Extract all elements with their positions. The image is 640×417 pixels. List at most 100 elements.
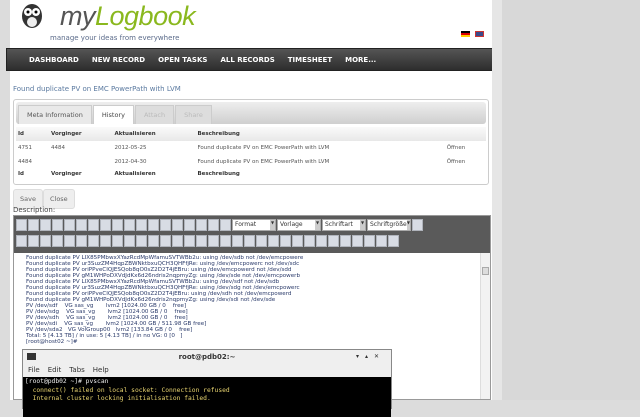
table-icon[interactable] bbox=[208, 234, 219, 247]
cell-date: 2012-05-25 bbox=[114, 145, 147, 151]
visual-aid-icon[interactable] bbox=[340, 234, 351, 247]
find-icon[interactable] bbox=[160, 218, 171, 231]
bold-icon[interactable] bbox=[16, 218, 27, 231]
window-controls-icon: ▾▴✕ bbox=[355, 353, 385, 360]
col-vorginger[interactable]: Vorginger bbox=[49, 127, 113, 141]
col-icon[interactable] bbox=[280, 234, 291, 247]
unlink-icon[interactable] bbox=[160, 234, 171, 247]
split-icon[interactable] bbox=[304, 234, 315, 247]
table-row: 4751 4484 2012-05-25 Found duplicate PV on … bbox=[16, 141, 486, 155]
spell-icon[interactable] bbox=[184, 218, 195, 231]
nav-all-records[interactable]: ALL RECORDS bbox=[220, 56, 274, 64]
nav-new-record[interactable]: NEW RECORD bbox=[92, 56, 145, 64]
terminal-menu-file: File bbox=[28, 366, 40, 374]
template-select[interactable]: Vorlage ▼ bbox=[277, 218, 321, 231]
page-background-right bbox=[492, 0, 640, 400]
redo-icon[interactable] bbox=[124, 218, 135, 231]
terminal-line: Internal cluster locking initialisation … bbox=[25, 395, 211, 402]
size-select[interactable]: Schriftgröße ▼ bbox=[367, 218, 411, 231]
remove-format-icon[interactable] bbox=[196, 218, 207, 231]
footer-id: Id bbox=[16, 169, 50, 179]
undo-icon[interactable] bbox=[112, 218, 123, 231]
outdent-icon[interactable] bbox=[124, 234, 135, 247]
text-color-icon[interactable] bbox=[232, 234, 243, 247]
owl-logo-icon bbox=[22, 4, 42, 28]
col-beschreibung[interactable]: Beschreibung bbox=[195, 127, 445, 141]
nav-open-tasks[interactable]: OPEN TASKS bbox=[158, 56, 207, 64]
cell-id: 4751 bbox=[18, 145, 32, 151]
brand-logbook: Logbook bbox=[95, 1, 196, 31]
spellcheck-icon[interactable] bbox=[388, 234, 399, 247]
uk-flag-icon[interactable] bbox=[475, 31, 484, 37]
bg-color-icon[interactable] bbox=[244, 234, 255, 247]
indent-icon[interactable] bbox=[136, 234, 147, 247]
align-left-icon[interactable] bbox=[64, 218, 75, 231]
template-label: Vorlage bbox=[280, 221, 303, 228]
link-icon[interactable] bbox=[148, 234, 159, 247]
style-icon[interactable] bbox=[376, 234, 387, 247]
find-icon[interactable] bbox=[76, 234, 87, 247]
omega-icon[interactable] bbox=[220, 218, 231, 231]
footer-vorginger: Vorginger bbox=[49, 169, 113, 179]
terminal-menu-help: Help bbox=[92, 366, 109, 374]
fullscreen-icon[interactable] bbox=[364, 234, 375, 247]
col-id[interactable]: Id bbox=[16, 127, 50, 141]
rich-text-editor: Format ▼ Vorlage ▼ Schriftart ▼ Schriftgröß… bbox=[13, 215, 491, 417]
merge-icon[interactable] bbox=[292, 234, 303, 247]
tagline: manage your ideas from everywhere bbox=[50, 34, 180, 42]
paste-icon[interactable] bbox=[40, 234, 51, 247]
eraser-icon[interactable] bbox=[328, 234, 339, 247]
tab-attach[interactable]: Attach bbox=[134, 105, 175, 124]
underline-icon[interactable] bbox=[40, 218, 51, 231]
cell-description: Found duplicate PV on EMC PowerPath with… bbox=[197, 145, 330, 151]
anchor-icon[interactable] bbox=[220, 234, 231, 247]
german-flag-icon[interactable] bbox=[461, 31, 470, 37]
description-label: Description: bbox=[13, 206, 56, 214]
col-aktualisieren[interactable]: Aktualisieren bbox=[112, 127, 196, 141]
footer-beschreibung: Beschreibung bbox=[195, 169, 445, 179]
brand-my: my bbox=[60, 1, 96, 31]
font-label: Schriftart bbox=[325, 221, 353, 228]
replace-icon[interactable] bbox=[88, 234, 99, 247]
bullet-list-icon[interactable] bbox=[100, 234, 111, 247]
paste-icon[interactable] bbox=[208, 218, 219, 231]
editor-scrollbar[interactable] bbox=[480, 253, 490, 399]
edit-icon[interactable] bbox=[256, 234, 267, 247]
tab-share[interactable]: Share bbox=[175, 105, 212, 124]
open-link[interactable]: Öffnen bbox=[445, 141, 486, 155]
tab-history[interactable]: History bbox=[92, 105, 134, 124]
tab-meta-information[interactable]: Meta Information bbox=[18, 105, 92, 124]
italic-icon[interactable] bbox=[28, 218, 39, 231]
replace-icon[interactable] bbox=[172, 218, 183, 231]
cut-icon[interactable] bbox=[16, 234, 27, 247]
number-list-icon[interactable] bbox=[112, 234, 123, 247]
print-icon[interactable] bbox=[412, 218, 423, 231]
open-link[interactable]: Öffnen bbox=[445, 155, 486, 169]
html-icon[interactable] bbox=[196, 234, 207, 247]
cleanup-icon[interactable] bbox=[184, 234, 195, 247]
terminal-icon bbox=[27, 353, 36, 360]
justify-icon[interactable] bbox=[100, 218, 111, 231]
nav-more[interactable]: MORE... bbox=[345, 56, 376, 64]
charmap-icon[interactable] bbox=[352, 234, 363, 247]
copy-icon[interactable] bbox=[28, 234, 39, 247]
row-icon[interactable] bbox=[268, 234, 279, 247]
terminal-screenshot: root@pdb02:~ ▾▴✕ File Edit Tabs Help [root@p… bbox=[22, 349, 392, 417]
font-select[interactable]: Schriftart ▼ bbox=[322, 218, 366, 231]
format-select[interactable]: Format ▼ bbox=[232, 218, 276, 231]
align-right-icon[interactable] bbox=[88, 218, 99, 231]
align-center-icon[interactable] bbox=[76, 218, 87, 231]
hr-icon[interactable] bbox=[316, 234, 327, 247]
subscript-icon[interactable] bbox=[136, 218, 147, 231]
terminal-line: connect() failed on local socket: Connec… bbox=[25, 386, 230, 394]
strike-icon[interactable] bbox=[52, 218, 63, 231]
brand-logo[interactable]: myLogbook bbox=[60, 1, 196, 32]
image-icon[interactable] bbox=[172, 234, 183, 247]
history-table: Id Vorginger Aktualisieren Beschreibung … bbox=[16, 127, 486, 179]
nav-dashboard[interactable]: DASHBOARD bbox=[29, 56, 79, 64]
nav-timesheet[interactable]: TIMESHEET bbox=[288, 56, 332, 64]
superscript-icon[interactable] bbox=[148, 218, 159, 231]
paste-word-icon[interactable] bbox=[64, 234, 75, 247]
terminal-title: root@pdb02:~ bbox=[178, 353, 236, 361]
paste-text-icon[interactable] bbox=[52, 234, 63, 247]
